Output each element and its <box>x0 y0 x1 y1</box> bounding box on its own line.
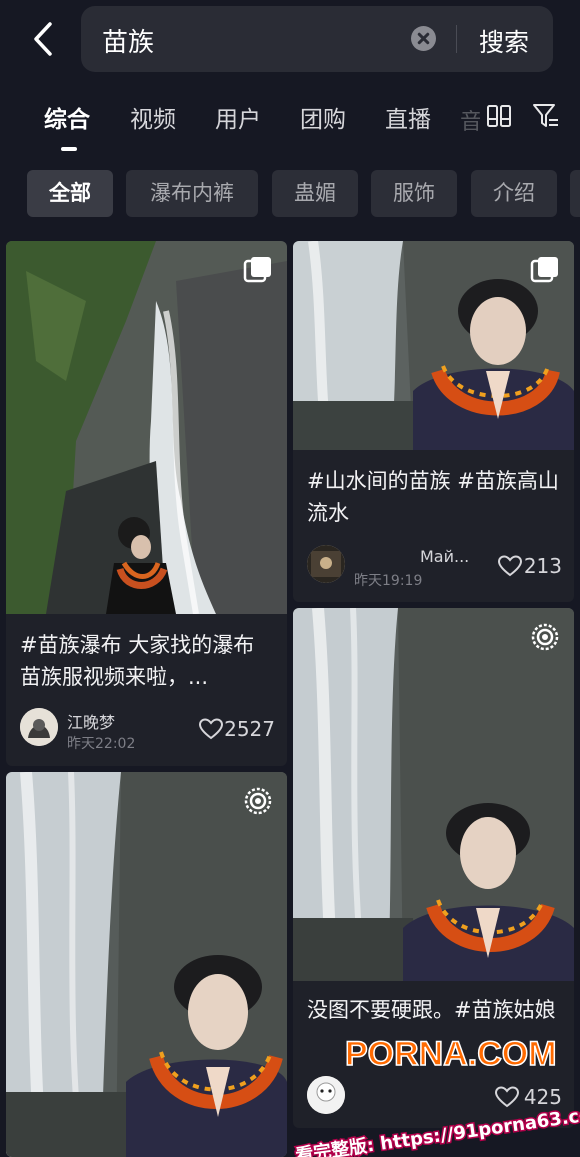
avatar[interactable] <box>307 545 345 583</box>
author-name[interactable]: Май... <box>420 547 469 566</box>
chip-overflow[interactable] <box>570 170 580 217</box>
watermark-line: 看完整版: https://91porna63.com <box>293 1101 580 1157</box>
video-thumbnail[interactable] <box>293 241 574 450</box>
post-time: 昨天19:19 <box>354 573 423 589</box>
chip-intro[interactable]: 介绍 <box>471 170 557 217</box>
watermark: PORNA.COM 看完整版: https://91porna63.com <box>290 1030 580 1157</box>
video-thumbnail[interactable] <box>6 772 287 1157</box>
tab-video[interactable]: 视频 <box>130 100 176 134</box>
back-arrow-icon[interactable] <box>22 18 66 62</box>
search-button[interactable]: 搜索 <box>479 23 529 59</box>
clear-icon[interactable] <box>411 26 436 51</box>
chip-waterfall[interactable]: 瀑布内裤 <box>126 170 258 217</box>
author-name[interactable]: 江晚梦 <box>67 709 115 733</box>
active-tab-indicator <box>61 147 77 151</box>
heart-icon[interactable] <box>498 555 522 577</box>
tab-group-buy[interactable]: 团购 <box>300 100 346 134</box>
gallery-icon <box>243 257 271 283</box>
filter-chips: 全部 瀑布内裤 蛊媚 服饰 介绍 <box>0 170 580 218</box>
search-input[interactable]: 苗族 <box>102 22 154 59</box>
tab-overflow-fade: 音 <box>460 110 480 132</box>
tab-live[interactable]: 直播 <box>385 100 431 134</box>
search-divider <box>456 25 457 53</box>
video-thumbnail[interactable] <box>293 608 574 981</box>
like-count: 213 <box>523 554 562 578</box>
category-tabs: 综合 视频 用户 团购 直播 音 <box>0 90 580 156</box>
tab-users[interactable]: 用户 <box>215 100 261 134</box>
layout-toggle-icon[interactable] <box>487 105 511 127</box>
post-time: 昨天22:02 <box>67 736 136 752</box>
chip-gumei[interactable]: 蛊媚 <box>272 170 358 217</box>
search-box[interactable]: 苗族 搜索 <box>81 6 553 72</box>
video-card[interactable]: #苗族瀑布 大家找的瀑布苗族服视频来啦，... 江晚梦 昨天22:02 2527 <box>6 241 287 766</box>
top-bar: 苗族 搜索 <box>0 0 580 78</box>
avatar[interactable] <box>20 708 58 746</box>
like-count: 2527 <box>224 717 275 741</box>
video-thumbnail[interactable] <box>6 241 287 614</box>
chip-clothing[interactable]: 服饰 <box>371 170 457 217</box>
heart-icon[interactable] <box>199 718 223 740</box>
video-card[interactable]: #山水间的苗族 #苗族高山流水 Май... 昨天19:19 213 <box>293 241 574 602</box>
gallery-icon <box>530 257 558 283</box>
chip-all[interactable]: 全部 <box>27 170 113 217</box>
live-icon <box>244 787 272 815</box>
filter-icon[interactable] <box>532 103 560 129</box>
card-title: #山水间的苗族 #苗族高山流水 <box>307 469 559 525</box>
watermark-brand: PORNA.COM <box>345 1035 557 1073</box>
tab-comprehensive[interactable]: 综合 <box>44 100 90 134</box>
video-card[interactable] <box>6 772 287 1157</box>
card-title: #苗族瀑布 大家找的瀑布苗族服视频来啦，... <box>20 633 255 689</box>
live-icon <box>531 623 559 651</box>
